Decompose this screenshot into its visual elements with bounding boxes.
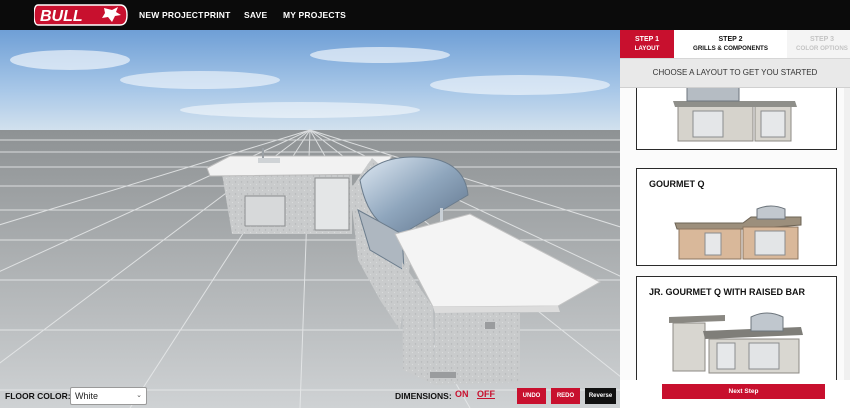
reverse-button[interactable]: Reverse: [585, 388, 616, 404]
layout-thumbnail: [673, 88, 797, 142]
layout-card-title: GOURMET Q: [649, 179, 705, 189]
layout-card[interactable]: [636, 88, 837, 150]
my-projects-link[interactable]: MY PROJECTS: [283, 0, 346, 30]
step-tabs: STEP 1 LAYOUT STEP 2 GRILLS & COMPONENTS…: [620, 30, 850, 58]
tab-step-1-layout[interactable]: STEP 1 LAYOUT: [620, 30, 674, 58]
dimensions-on-toggle[interactable]: ON: [455, 389, 469, 399]
3d-viewport[interactable]: [0, 30, 620, 408]
3d-scene: [0, 30, 620, 408]
floor-color-select[interactable]: White ⌄: [70, 387, 147, 405]
next-step-button[interactable]: Next Step: [662, 384, 825, 399]
step-1-label: LAYOUT: [634, 45, 660, 52]
layout-thumbnail: [674, 205, 802, 260]
layout-list-scrollbar[interactable]: [844, 88, 850, 380]
logo-text: BULL: [40, 8, 83, 25]
dimensions-off-toggle[interactable]: OFF: [477, 389, 495, 399]
dimensions-label: DIMENSIONS:: [395, 391, 452, 401]
bull-logo[interactable]: BULL: [34, 3, 129, 27]
step-2-label: GRILLS & COMPONENTS: [693, 45, 768, 52]
layout-card-jr-gourmet-q[interactable]: JR. GOURMET Q WITH RAISED BAR: [636, 276, 837, 380]
save-link[interactable]: SAVE: [244, 0, 267, 30]
new-project-link[interactable]: NEW PROJECT: [139, 0, 204, 30]
print-link[interactable]: PRINT: [204, 0, 231, 30]
layout-list[interactable]: GOURMET Q JR. GOURMET Q WITH RAISED BAR: [620, 88, 850, 380]
step-3-label: COLOR OPTIONS: [796, 45, 848, 52]
step-3-number: STEP 3: [810, 36, 834, 43]
step-2-number: STEP 2: [718, 36, 743, 43]
layout-card-title: JR. GOURMET Q WITH RAISED BAR: [649, 287, 806, 297]
chevron-down-icon: ⌄: [136, 392, 142, 399]
floor-color-label: FLOOR COLOR:: [5, 391, 71, 401]
panel-heading: CHOOSE A LAYOUT TO GET YOU STARTED: [620, 58, 850, 88]
tab-step-2-grills[interactable]: STEP 2 GRILLS & COMPONENTS: [674, 30, 787, 58]
step-1-number: STEP 1: [635, 36, 659, 43]
redo-button[interactable]: REDO: [551, 388, 580, 404]
top-nav-bar: BULL NEW PROJECT PRINT SAVE MY PROJECTS: [0, 0, 850, 30]
layout-thumbnail: [669, 312, 803, 374]
undo-button[interactable]: UNDO: [517, 388, 546, 404]
floor-color-value: White: [75, 391, 99, 401]
layout-panel: STEP 1 LAYOUT STEP 2 GRILLS & COMPONENTS…: [620, 30, 850, 408]
layout-card-gourmet-q[interactable]: GOURMET Q: [636, 168, 837, 266]
tab-step-3-color[interactable]: STEP 3 COLOR OPTIONS: [787, 30, 850, 58]
